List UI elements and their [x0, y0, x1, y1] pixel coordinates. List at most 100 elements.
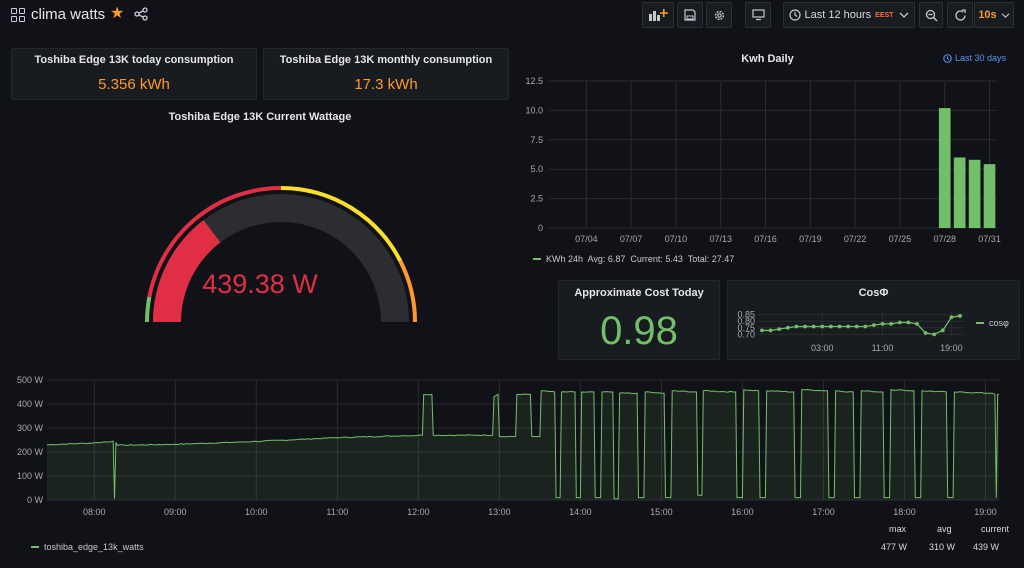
- y-tick-label: 500 W: [17, 375, 44, 385]
- y-tick-label: 400 W: [17, 399, 44, 409]
- legend-text: toshiba_edge_13k_watts: [44, 542, 144, 552]
- panel-title[interactable]: Toshiba Edge 13K today consumption: [12, 54, 256, 66]
- watts-area: [47, 389, 999, 500]
- kwh-bar: [938, 108, 951, 228]
- save-icon: [684, 9, 696, 21]
- cosphi-point: [932, 332, 937, 337]
- cosphi-point: [828, 324, 833, 329]
- kwh-daily-chart: 0 2.5 5.0 7.5 10.0 12.5 07/04 07/07 07/10 07/13 07…: [525, 76, 1001, 244]
- legend-text: KWh 24h Avg: 6.87 Current: 5.43 Total: 2…: [546, 254, 735, 264]
- cosphi-point: [889, 321, 894, 326]
- series-swatch: [533, 258, 541, 260]
- today-consumption-panel: Toshiba Edge 13K today consumption 5.356…: [11, 48, 257, 100]
- approximate-cost-panel: Approximate Cost Today 0.98: [558, 280, 720, 360]
- cosphi-point: [906, 320, 911, 325]
- chevron-down-icon: [1001, 12, 1010, 18]
- cosphi-point: [777, 327, 782, 332]
- watts-chart: 0 W 100 W 200 W 300 W 400 W 500 W 08:00 09:00 10…: [17, 375, 1000, 517]
- x-tick-label: 17:00: [812, 507, 835, 517]
- watts-timeseries-panel: 0 W 100 W 200 W 300 W 400 W 500 W 08:00 09:00 10…: [11, 366, 1020, 564]
- save-dashboard-button[interactable]: [677, 2, 703, 28]
- add-panel-icon: [649, 9, 668, 21]
- kwh-daily-legend[interactable]: KWh 24h Avg: 6.87 Current: 5.43 Total: 2…: [533, 254, 734, 264]
- top-navbar: clima watts ★ Last 12 hours EEST 10s: [0, 0, 1024, 32]
- x-tick-label: 07/13: [709, 234, 732, 244]
- y-tick-label: 5.0: [530, 164, 543, 174]
- cosphi-point: [811, 324, 816, 329]
- today-consumption-value: 5.356 kWh: [98, 76, 170, 93]
- gear-icon: [714, 10, 724, 20]
- series-swatch: [31, 546, 39, 548]
- refresh-interval-value: 10s: [978, 9, 997, 21]
- cosphi-point: [837, 324, 842, 329]
- zoom-out-icon: [925, 9, 937, 21]
- x-tick-label: 07/16: [754, 234, 777, 244]
- x-tick-label: 19:00: [940, 343, 963, 353]
- dashboard-settings-button[interactable]: [706, 2, 732, 28]
- zoom-out-button[interactable]: [919, 2, 943, 28]
- x-tick-label: 12:00: [407, 507, 430, 517]
- cosphi-point: [958, 314, 962, 318]
- dashboard-title[interactable]: clima watts: [31, 6, 105, 23]
- y-tick-label: 300 W: [17, 423, 44, 433]
- gauge-chart: [145, 186, 417, 323]
- x-tick-label: 07/31: [978, 234, 1001, 244]
- add-panel-button[interactable]: [642, 2, 674, 28]
- time-override-info: Last 30 days: [943, 53, 1006, 63]
- y-tick-label: 2.5: [530, 194, 543, 204]
- cosphi-chart: 0.850.800.750.7003:00 11:00 19:00: [737, 310, 964, 353]
- y-tick-label: 0.70: [737, 329, 755, 339]
- cosphi-point: [846, 324, 850, 329]
- legend-stat-value: 477 W: [881, 542, 908, 552]
- cosphi-point: [785, 325, 790, 330]
- x-tick-label: 13:00: [488, 507, 511, 517]
- clock-icon: [943, 53, 952, 63]
- cosphi-point: [923, 331, 928, 335]
- cosphi-point: [794, 324, 799, 329]
- monthly-consumption-value: 17.3 kWh: [354, 76, 418, 93]
- cycle-view-mode-button[interactable]: [745, 2, 771, 28]
- y-tick-label: 200 W: [17, 447, 44, 457]
- current-wattage-gauge-panel: Toshiba Edge 13K Current Wattage 439.38 …: [11, 104, 509, 362]
- x-tick-label: 07/07: [620, 234, 643, 244]
- x-tick-label: 11:00: [326, 507, 348, 517]
- y-tick-label: 0 W: [27, 495, 44, 505]
- legend-text: cosφ: [989, 318, 1009, 328]
- panel-title[interactable]: CosΦ: [728, 287, 1019, 299]
- cosphi-point: [803, 324, 807, 329]
- kwh-bar: [953, 157, 966, 228]
- series-swatch: [976, 322, 984, 324]
- dashboards-grid-icon[interactable]: [11, 8, 25, 22]
- kwh-daily-panel: Kwh Daily Last 30 days 0 2.5 5.0 7.5 10.0 12.…: [515, 48, 1020, 274]
- legend-stat-header[interactable]: avg: [937, 524, 952, 534]
- refresh-interval-picker[interactable]: 10s: [974, 2, 1014, 28]
- cosphi-point: [915, 321, 919, 326]
- x-tick-label: 07/04: [575, 234, 598, 244]
- x-tick-label: 03:00: [811, 343, 834, 353]
- chevron-down-icon: [900, 12, 909, 18]
- watts-legend[interactable]: toshiba_edge_13k_watts: [31, 542, 144, 552]
- time-range-picker[interactable]: Last 12 hours EEST: [783, 2, 915, 28]
- cosphi-point: [760, 328, 764, 333]
- x-tick-label: 07/10: [665, 234, 688, 244]
- cosphi-point: [820, 324, 825, 329]
- cosphi-point: [949, 315, 954, 320]
- legend-stat-header[interactable]: max: [889, 524, 906, 534]
- legend-stat-value: 439 W: [973, 542, 1000, 552]
- gauge-value: 439.38 W: [202, 269, 318, 299]
- time-override-label: Last 30 days: [954, 53, 1006, 63]
- x-tick-label: 11:00: [872, 343, 894, 353]
- x-tick-label: 14:00: [569, 507, 592, 517]
- refresh-icon: [954, 8, 966, 21]
- share-icon[interactable]: [134, 7, 148, 21]
- x-tick-label: 07/19: [799, 234, 822, 244]
- legend-stat-header[interactable]: current: [981, 524, 1009, 534]
- panel-title[interactable]: Approximate Cost Today: [559, 287, 719, 299]
- cosphi-legend[interactable]: cosφ: [976, 318, 1009, 328]
- panel-title[interactable]: Toshiba Edge 13K monthly consumption: [264, 54, 508, 66]
- star-icon[interactable]: ★: [110, 5, 124, 23]
- cosphi-point: [872, 323, 876, 328]
- x-tick-label: 07/22: [844, 234, 867, 244]
- x-tick-label: 07/25: [889, 234, 912, 244]
- refresh-button[interactable]: [947, 2, 973, 28]
